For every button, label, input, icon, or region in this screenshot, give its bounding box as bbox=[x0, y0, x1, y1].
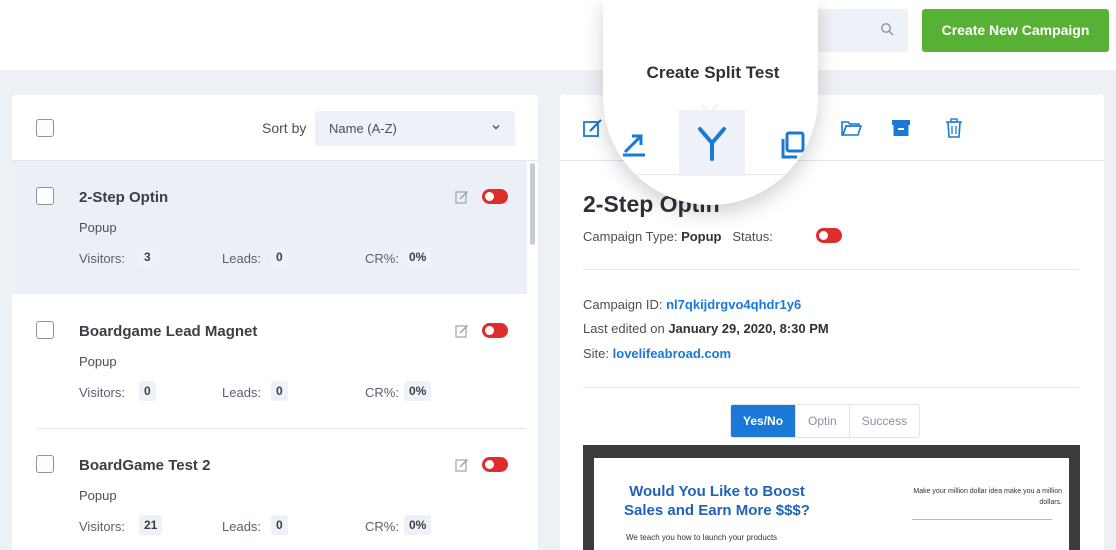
edit-icon[interactable] bbox=[455, 324, 469, 338]
cr-label: CR%: bbox=[365, 251, 399, 266]
duplicate-icon[interactable] bbox=[779, 130, 807, 160]
tab-yes-no[interactable]: Yes/No bbox=[731, 405, 797, 437]
campaign-type-line: Campaign Type: Popup Status: bbox=[583, 229, 773, 244]
leads-label: Leads: bbox=[222, 251, 262, 266]
visitors-label: Visitors: bbox=[79, 251, 125, 266]
leads-label: Leads: bbox=[222, 519, 262, 534]
campaign-type: Popup bbox=[79, 354, 117, 369]
scrollbar[interactable] bbox=[530, 163, 535, 245]
cr-value: 0% bbox=[404, 515, 432, 535]
split-test-icon bbox=[698, 127, 726, 161]
tab-success[interactable]: Success bbox=[849, 405, 920, 437]
visitors-label: Visitors: bbox=[79, 519, 125, 534]
status-toggle[interactable] bbox=[482, 189, 508, 204]
campaign-title[interactable]: BoardGame Test 2 bbox=[79, 457, 210, 474]
create-split-test-tooltip: Create Split Test bbox=[646, 63, 780, 82]
campaign-id-line: Campaign ID: nl7qkijdrgvo4qhdr1y6 bbox=[583, 297, 802, 312]
campaign-item[interactable]: Boardgame Lead Magnet Popup Visitors: 0 … bbox=[12, 295, 527, 428]
folder-icon[interactable] bbox=[840, 117, 862, 139]
preview-tagline: Make your million dollar idea make you a… bbox=[913, 488, 1062, 506]
campaign-id[interactable]: nl7qkijdrgvo4qhdr1y6 bbox=[666, 297, 801, 312]
campaign-title[interactable]: Boardgame Lead Magnet bbox=[79, 323, 257, 340]
cr-value: 0% bbox=[404, 247, 432, 267]
campaign-checkbox[interactable] bbox=[36, 455, 54, 473]
visitors-count: 0 bbox=[139, 381, 156, 401]
last-edited-line: Last edited on January 29, 2020, 8:30 PM bbox=[583, 321, 829, 336]
site-link[interactable]: lovelifeabroad.com bbox=[613, 346, 731, 361]
site-line: Site: lovelifeabroad.com bbox=[583, 346, 732, 361]
sort-label: Sort by bbox=[262, 120, 307, 136]
preview-headline: Would You Like to Boost Sales and Earn M… bbox=[624, 483, 810, 519]
status-toggle[interactable] bbox=[482, 457, 508, 472]
trash-icon[interactable] bbox=[943, 117, 965, 139]
edit-icon[interactable] bbox=[455, 190, 469, 204]
expand-icon[interactable] bbox=[619, 128, 649, 158]
archive-icon[interactable] bbox=[890, 117, 912, 139]
status-toggle[interactable] bbox=[482, 323, 508, 338]
visitors-label: Visitors: bbox=[79, 385, 125, 400]
cr-label: CR%: bbox=[365, 385, 399, 400]
edit-icon[interactable] bbox=[582, 117, 604, 139]
campaign-type: Popup bbox=[79, 488, 117, 503]
campaign-list-panel: Sort by Name (A-Z) 2-Step Optin Popup Vi… bbox=[12, 95, 538, 550]
divider bbox=[912, 519, 1052, 520]
campaign-type: Popup bbox=[79, 220, 117, 235]
visitors-count: 3 bbox=[139, 247, 156, 267]
leads-count: 0 bbox=[271, 381, 288, 401]
preview-subtext: We teach you how to launch your products bbox=[626, 533, 778, 542]
campaign-item[interactable]: BoardGame Test 2 Popup Visitors: 21 Lead… bbox=[12, 429, 527, 550]
cr-label: CR%: bbox=[365, 519, 399, 534]
divider bbox=[583, 387, 1079, 388]
divider bbox=[583, 269, 1079, 270]
preview-content: Would You Like to Boost Sales and Earn M… bbox=[594, 458, 1069, 550]
campaign-item[interactable]: 2-Step Optin Popup Visitors: 3 Leads: 0 … bbox=[12, 161, 527, 294]
top-bar: Create New Campaign bbox=[0, 0, 1116, 70]
leads-label: Leads: bbox=[222, 385, 262, 400]
cr-value: 0% bbox=[404, 381, 432, 401]
campaign-title[interactable]: 2-Step Optin bbox=[79, 189, 168, 206]
status-toggle[interactable] bbox=[816, 228, 842, 243]
sort-select[interactable]: Name (A-Z) bbox=[315, 111, 515, 146]
visitors-count: 21 bbox=[139, 515, 163, 535]
edit-icon[interactable] bbox=[455, 458, 469, 472]
search-icon[interactable] bbox=[880, 22, 894, 36]
leads-count: 0 bbox=[271, 515, 288, 535]
select-all-checkbox[interactable] bbox=[36, 119, 54, 137]
chevron-down-icon bbox=[492, 125, 500, 130]
leads-count: 0 bbox=[271, 247, 288, 267]
create-new-campaign-button[interactable]: Create New Campaign bbox=[922, 9, 1109, 52]
sort-value: Name (A-Z) bbox=[329, 121, 397, 136]
campaign-checkbox[interactable] bbox=[36, 321, 54, 339]
view-tabs: Yes/No Optin Success bbox=[730, 404, 921, 438]
campaign-preview: Would You Like to Boost Sales and Earn M… bbox=[583, 445, 1080, 550]
campaign-checkbox[interactable] bbox=[36, 187, 54, 205]
tab-optin[interactable]: Optin bbox=[796, 405, 850, 437]
split-test-magnifier: Create Split Test bbox=[603, 0, 818, 205]
